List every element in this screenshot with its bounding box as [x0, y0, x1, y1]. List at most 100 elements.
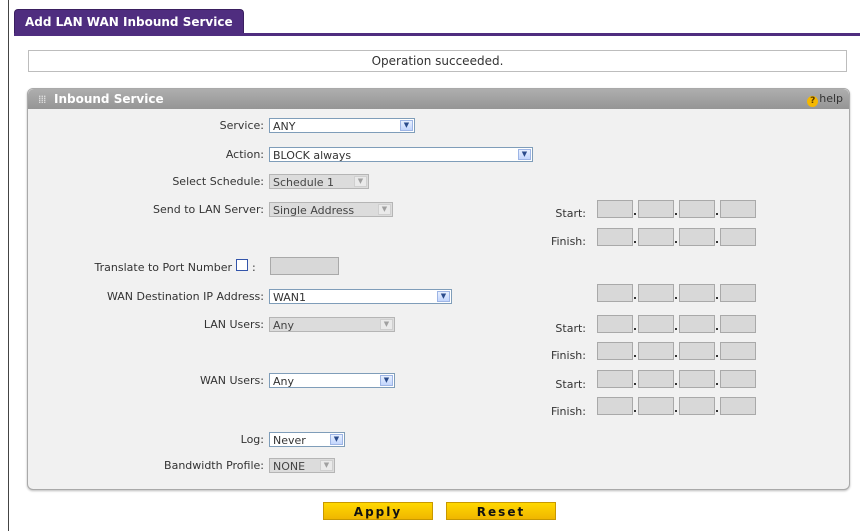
ip-separator-dot [716, 383, 718, 385]
chevron-down-icon: ▼ [354, 176, 367, 187]
ip-separator-dot [634, 383, 636, 385]
help-link[interactable]: ? help [807, 92, 843, 107]
service-select[interactable]: ANY ▼ [269, 118, 415, 133]
lan-users-finish-ip-octet-3[interactable] [679, 342, 715, 360]
translate-port-checkbox[interactable] [236, 259, 248, 271]
wan-users-finish-ip-octet-4[interactable] [720, 397, 756, 415]
wan-users-start-ip-octet-4[interactable] [720, 370, 756, 388]
lan-users-finish-ip-octet-1[interactable] [597, 342, 633, 360]
grip-icon: ⁞⁞⁞ [38, 93, 46, 106]
lan-users-start-label: Start: [555, 322, 586, 335]
window-left-border [8, 0, 9, 531]
wan-destination-ip-select[interactable]: WAN1 ▼ [269, 289, 452, 304]
lan-server-finish-ip-octet-3[interactable] [679, 228, 715, 246]
ip-separator-dot [716, 355, 718, 357]
panel-title: Inbound Service [54, 92, 164, 106]
panel-header: ⁞⁞⁞ Inbound Service ? help [28, 89, 849, 109]
wan-destination-ip-value: WAN1 [273, 291, 307, 304]
ip-separator-dot [716, 213, 718, 215]
wan-destination-ip-label: WAN Destination IP Address: [106, 290, 264, 303]
ip-separator-dot [634, 410, 636, 412]
wan-users-start-ip-octet-3[interactable] [679, 370, 715, 388]
action-value: BLOCK always [273, 149, 352, 162]
service-label: Service: [219, 119, 264, 132]
action-select[interactable]: BLOCK always ▼ [269, 147, 533, 162]
lan-server-finish-ip-octet-1[interactable] [597, 228, 633, 246]
chevron-down-icon: ▼ [518, 149, 531, 160]
wan-users-start-ip-octet-1[interactable] [597, 370, 633, 388]
ip-separator-dot [716, 328, 718, 330]
tab-add-lan-wan-inbound-service[interactable]: Add LAN WAN Inbound Service [14, 9, 244, 34]
wan-users-value: Any [273, 375, 295, 388]
lan-users-start-ip-octet-1[interactable] [597, 315, 633, 333]
wan-users-start-ip-octet-2[interactable] [638, 370, 674, 388]
lan-users-select[interactable]: Any ▼ [269, 317, 395, 332]
lan-server-start-ip-octet-3[interactable] [679, 200, 715, 218]
lan-users-finish-label: Finish: [550, 349, 586, 362]
ip-separator-dot [675, 241, 677, 243]
action-label: Action: [225, 148, 264, 161]
chevron-down-icon: ▼ [437, 291, 450, 302]
wan-destination-ip-octet-4[interactable] [720, 284, 756, 302]
wan-users-finish-ip-octet-3[interactable] [679, 397, 715, 415]
lan-server-start-ip-octet-2[interactable] [638, 200, 674, 218]
help-icon: ? [807, 96, 819, 107]
log-label: Log: [240, 433, 264, 446]
lan-users-finish-ip-octet-2[interactable] [638, 342, 674, 360]
wan-users-start-label: Start: [555, 378, 586, 391]
lan-users-label: LAN Users: [203, 318, 264, 331]
service-value: ANY [273, 120, 296, 133]
lan-users-start-ip-octet-3[interactable] [679, 315, 715, 333]
send-to-lan-server-value: Single Address [273, 204, 355, 217]
apply-button[interactable]: Apply [323, 502, 433, 520]
ip-separator-dot [634, 355, 636, 357]
ip-separator-dot [675, 383, 677, 385]
lan-server-finish-label: Finish: [550, 235, 586, 248]
ip-separator-dot [675, 297, 677, 299]
wan-users-finish-ip-octet-2[interactable] [638, 397, 674, 415]
ip-separator-dot [634, 297, 636, 299]
lan-server-start-ip-octet-1[interactable] [597, 200, 633, 218]
lan-users-value: Any [273, 319, 295, 332]
wan-users-select[interactable]: Any ▼ [269, 373, 395, 388]
wan-destination-ip-octet-3[interactable] [679, 284, 715, 302]
chevron-down-icon: ▼ [320, 460, 333, 471]
lan-users-start-ip-octet-2[interactable] [638, 315, 674, 333]
ip-separator-dot [716, 410, 718, 412]
wan-destination-ip-octet-1[interactable] [597, 284, 633, 302]
chevron-down-icon: ▼ [380, 375, 393, 386]
wan-users-finish-label: Finish: [550, 405, 586, 418]
lan-server-finish-ip-octet-4[interactable] [720, 228, 756, 246]
bandwidth-profile-label: Bandwidth Profile: [164, 459, 264, 472]
ip-separator-dot [675, 410, 677, 412]
wan-users-label: WAN Users: [199, 374, 264, 387]
reset-button[interactable]: Reset [446, 502, 556, 520]
tab-underline [14, 33, 860, 36]
ip-separator-dot [634, 213, 636, 215]
lan-users-start-ip-octet-4[interactable] [720, 315, 756, 333]
send-to-lan-server-label: Send to LAN Server: [153, 203, 264, 216]
lan-users-finish-ip-octet-4[interactable] [720, 342, 756, 360]
bandwidth-profile-select[interactable]: NONE ▼ [269, 458, 335, 473]
translate-port-label: Translate to Port Number [94, 261, 232, 274]
ip-separator-dot [716, 241, 718, 243]
schedule-select[interactable]: Schedule 1 ▼ [269, 174, 369, 189]
translate-port-input[interactable] [270, 257, 339, 275]
chevron-down-icon: ▼ [400, 120, 413, 131]
log-value: Never [273, 434, 306, 447]
send-to-lan-server-select[interactable]: Single Address ▼ [269, 202, 393, 217]
schedule-value: Schedule 1 [273, 176, 335, 189]
log-select[interactable]: Never ▼ [269, 432, 345, 447]
ip-separator-dot [675, 355, 677, 357]
ip-separator-dot [634, 328, 636, 330]
lan-server-start-ip-octet-4[interactable] [720, 200, 756, 218]
chevron-down-icon: ▼ [378, 204, 391, 215]
bandwidth-profile-value: NONE [273, 460, 306, 473]
lan-server-finish-ip-octet-2[interactable] [638, 228, 674, 246]
wan-users-finish-ip-octet-1[interactable] [597, 397, 633, 415]
chevron-down-icon: ▼ [330, 434, 343, 445]
ip-separator-dot [675, 328, 677, 330]
ip-separator-dot [675, 213, 677, 215]
wan-destination-ip-octet-2[interactable] [638, 284, 674, 302]
help-label: help [819, 92, 843, 105]
